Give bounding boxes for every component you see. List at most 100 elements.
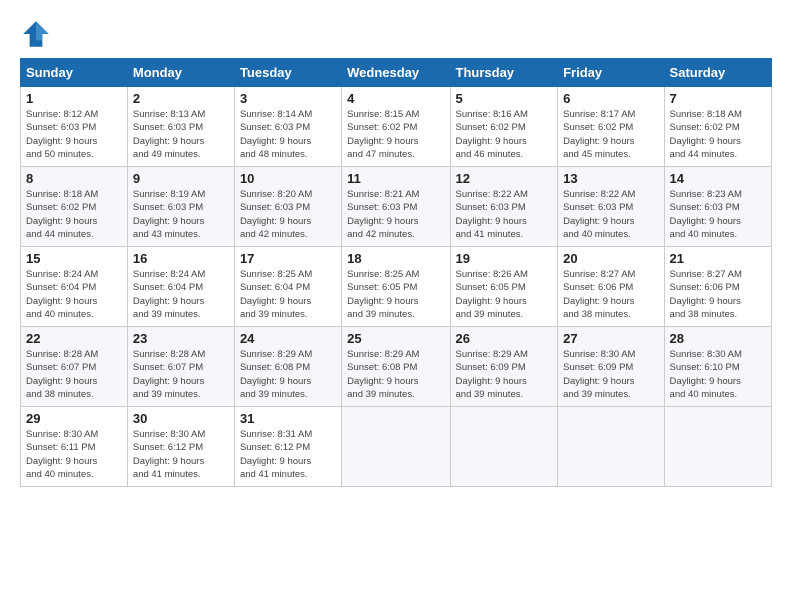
calendar-week-row: 15 Sunrise: 8:24 AMSunset: 6:04 PMDayligh…	[21, 247, 772, 327]
day-number: 3	[240, 91, 336, 106]
day-number: 6	[563, 91, 658, 106]
day-info: Sunrise: 8:31 AMSunset: 6:12 PMDaylight:…	[240, 428, 336, 481]
day-number: 15	[26, 251, 122, 266]
weekday-header-saturday: Saturday	[664, 59, 771, 87]
day-number: 31	[240, 411, 336, 426]
day-number: 21	[670, 251, 766, 266]
logo-icon	[20, 18, 52, 50]
header-row	[20, 18, 772, 50]
calendar-cell: 31 Sunrise: 8:31 AMSunset: 6:12 PMDayligh…	[234, 407, 341, 487]
calendar-cell: 9 Sunrise: 8:19 AMSunset: 6:03 PMDaylight…	[127, 167, 234, 247]
day-info: Sunrise: 8:18 AMSunset: 6:02 PMDaylight:…	[26, 188, 122, 241]
day-info: Sunrise: 8:30 AMSunset: 6:09 PMDaylight:…	[563, 348, 658, 401]
day-number: 18	[347, 251, 444, 266]
calendar-cell: 10 Sunrise: 8:20 AMSunset: 6:03 PMDayligh…	[234, 167, 341, 247]
day-info: Sunrise: 8:24 AMSunset: 6:04 PMDaylight:…	[26, 268, 122, 321]
calendar-cell: 7 Sunrise: 8:18 AMSunset: 6:02 PMDaylight…	[664, 87, 771, 167]
day-info: Sunrise: 8:23 AMSunset: 6:03 PMDaylight:…	[670, 188, 766, 241]
calendar-cell: 17 Sunrise: 8:25 AMSunset: 6:04 PMDayligh…	[234, 247, 341, 327]
day-info: Sunrise: 8:12 AMSunset: 6:03 PMDaylight:…	[26, 108, 122, 161]
day-info: Sunrise: 8:30 AMSunset: 6:11 PMDaylight:…	[26, 428, 122, 481]
day-info: Sunrise: 8:30 AMSunset: 6:12 PMDaylight:…	[133, 428, 229, 481]
calendar-cell: 20 Sunrise: 8:27 AMSunset: 6:06 PMDayligh…	[558, 247, 664, 327]
day-number: 2	[133, 91, 229, 106]
weekday-header-thursday: Thursday	[450, 59, 558, 87]
day-number: 7	[670, 91, 766, 106]
day-info: Sunrise: 8:16 AMSunset: 6:02 PMDaylight:…	[456, 108, 553, 161]
calendar-cell: 4Sunrise: 8:15 AMSunset: 6:02 PMDaylight…	[342, 87, 450, 167]
day-info: Sunrise: 8:15 AMSunset: 6:02 PMDaylight:…	[347, 108, 444, 161]
calendar-cell: 13Sunrise: 8:22 AMSunset: 6:03 PMDayligh…	[558, 167, 664, 247]
calendar-cell: 19 Sunrise: 8:26 AMSunset: 6:05 PMDayligh…	[450, 247, 558, 327]
weekday-header-friday: Friday	[558, 59, 664, 87]
day-number: 20	[563, 251, 658, 266]
day-number: 8	[26, 171, 122, 186]
calendar-cell: 30 Sunrise: 8:30 AMSunset: 6:12 PMDayligh…	[127, 407, 234, 487]
calendar-cell: 22Sunrise: 8:28 AMSunset: 6:07 PMDayligh…	[21, 327, 128, 407]
day-number: 5	[456, 91, 553, 106]
calendar-cell: 23Sunrise: 8:28 AMSunset: 6:07 PMDayligh…	[127, 327, 234, 407]
day-info: Sunrise: 8:25 AMSunset: 6:04 PMDaylight:…	[240, 268, 336, 321]
day-info: Sunrise: 8:18 AMSunset: 6:02 PMDaylight:…	[670, 108, 766, 161]
day-number: 30	[133, 411, 229, 426]
calendar-cell	[664, 407, 771, 487]
calendar-week-row: 22Sunrise: 8:28 AMSunset: 6:07 PMDayligh…	[21, 327, 772, 407]
calendar-cell: 28Sunrise: 8:30 AMSunset: 6:10 PMDayligh…	[664, 327, 771, 407]
page-container: SundayMondayTuesdayWednesdayThursdayFrid…	[0, 0, 792, 497]
day-number: 27	[563, 331, 658, 346]
day-number: 19	[456, 251, 553, 266]
calendar-cell: 8 Sunrise: 8:18 AMSunset: 6:02 PMDaylight…	[21, 167, 128, 247]
day-number: 11	[347, 171, 444, 186]
calendar-cell: 21 Sunrise: 8:27 AMSunset: 6:06 PMDayligh…	[664, 247, 771, 327]
calendar-cell: 24 Sunrise: 8:29 AMSunset: 6:08 PMDayligh…	[234, 327, 341, 407]
calendar-cell: 29 Sunrise: 8:30 AMSunset: 6:11 PMDayligh…	[21, 407, 128, 487]
day-info: Sunrise: 8:21 AMSunset: 6:03 PMDaylight:…	[347, 188, 444, 241]
day-number: 29	[26, 411, 122, 426]
day-info: Sunrise: 8:14 AMSunset: 6:03 PMDaylight:…	[240, 108, 336, 161]
calendar-cell: 2Sunrise: 8:13 AMSunset: 6:03 PMDaylight…	[127, 87, 234, 167]
day-number: 25	[347, 331, 444, 346]
day-number: 17	[240, 251, 336, 266]
day-info: Sunrise: 8:27 AMSunset: 6:06 PMDaylight:…	[563, 268, 658, 321]
day-info: Sunrise: 8:27 AMSunset: 6:06 PMDaylight:…	[670, 268, 766, 321]
day-number: 24	[240, 331, 336, 346]
day-number: 10	[240, 171, 336, 186]
calendar-cell: 11 Sunrise: 8:21 AMSunset: 6:03 PMDayligh…	[342, 167, 450, 247]
day-info: Sunrise: 8:29 AMSunset: 6:09 PMDaylight:…	[456, 348, 553, 401]
calendar-cell: 14 Sunrise: 8:23 AMSunset: 6:03 PMDayligh…	[664, 167, 771, 247]
day-info: Sunrise: 8:20 AMSunset: 6:03 PMDaylight:…	[240, 188, 336, 241]
day-number: 28	[670, 331, 766, 346]
calendar-week-row: 29 Sunrise: 8:30 AMSunset: 6:11 PMDayligh…	[21, 407, 772, 487]
day-number: 14	[670, 171, 766, 186]
day-info: Sunrise: 8:29 AMSunset: 6:08 PMDaylight:…	[347, 348, 444, 401]
calendar-cell: 27 Sunrise: 8:30 AMSunset: 6:09 PMDayligh…	[558, 327, 664, 407]
day-number: 13	[563, 171, 658, 186]
calendar-cell: 5 Sunrise: 8:16 AMSunset: 6:02 PMDaylight…	[450, 87, 558, 167]
calendar-cell: 25 Sunrise: 8:29 AMSunset: 6:08 PMDayligh…	[342, 327, 450, 407]
calendar-cell: 26Sunrise: 8:29 AMSunset: 6:09 PMDayligh…	[450, 327, 558, 407]
calendar-cell	[450, 407, 558, 487]
day-info: Sunrise: 8:29 AMSunset: 6:08 PMDaylight:…	[240, 348, 336, 401]
weekday-header-tuesday: Tuesday	[234, 59, 341, 87]
day-number: 23	[133, 331, 229, 346]
day-info: Sunrise: 8:26 AMSunset: 6:05 PMDaylight:…	[456, 268, 553, 321]
calendar-week-row: 1 Sunrise: 8:12 AMSunset: 6:03 PMDaylight…	[21, 87, 772, 167]
calendar-cell: 16Sunrise: 8:24 AMSunset: 6:04 PMDayligh…	[127, 247, 234, 327]
logo	[20, 18, 56, 50]
calendar-week-row: 8 Sunrise: 8:18 AMSunset: 6:02 PMDaylight…	[21, 167, 772, 247]
weekday-header-wednesday: Wednesday	[342, 59, 450, 87]
calendar-cell: 1 Sunrise: 8:12 AMSunset: 6:03 PMDaylight…	[21, 87, 128, 167]
calendar-cell: 3 Sunrise: 8:14 AMSunset: 6:03 PMDaylight…	[234, 87, 341, 167]
calendar-cell	[342, 407, 450, 487]
calendar-cell: 15 Sunrise: 8:24 AMSunset: 6:04 PMDayligh…	[21, 247, 128, 327]
day-number: 9	[133, 171, 229, 186]
day-number: 12	[456, 171, 553, 186]
day-info: Sunrise: 8:24 AMSunset: 6:04 PMDaylight:…	[133, 268, 229, 321]
day-info: Sunrise: 8:28 AMSunset: 6:07 PMDaylight:…	[26, 348, 122, 401]
day-info: Sunrise: 8:17 AMSunset: 6:02 PMDaylight:…	[563, 108, 658, 161]
day-number: 1	[26, 91, 122, 106]
day-info: Sunrise: 8:19 AMSunset: 6:03 PMDaylight:…	[133, 188, 229, 241]
calendar-cell: 18 Sunrise: 8:25 AMSunset: 6:05 PMDayligh…	[342, 247, 450, 327]
day-info: Sunrise: 8:25 AMSunset: 6:05 PMDaylight:…	[347, 268, 444, 321]
day-info: Sunrise: 8:22 AMSunset: 6:03 PMDaylight:…	[456, 188, 553, 241]
